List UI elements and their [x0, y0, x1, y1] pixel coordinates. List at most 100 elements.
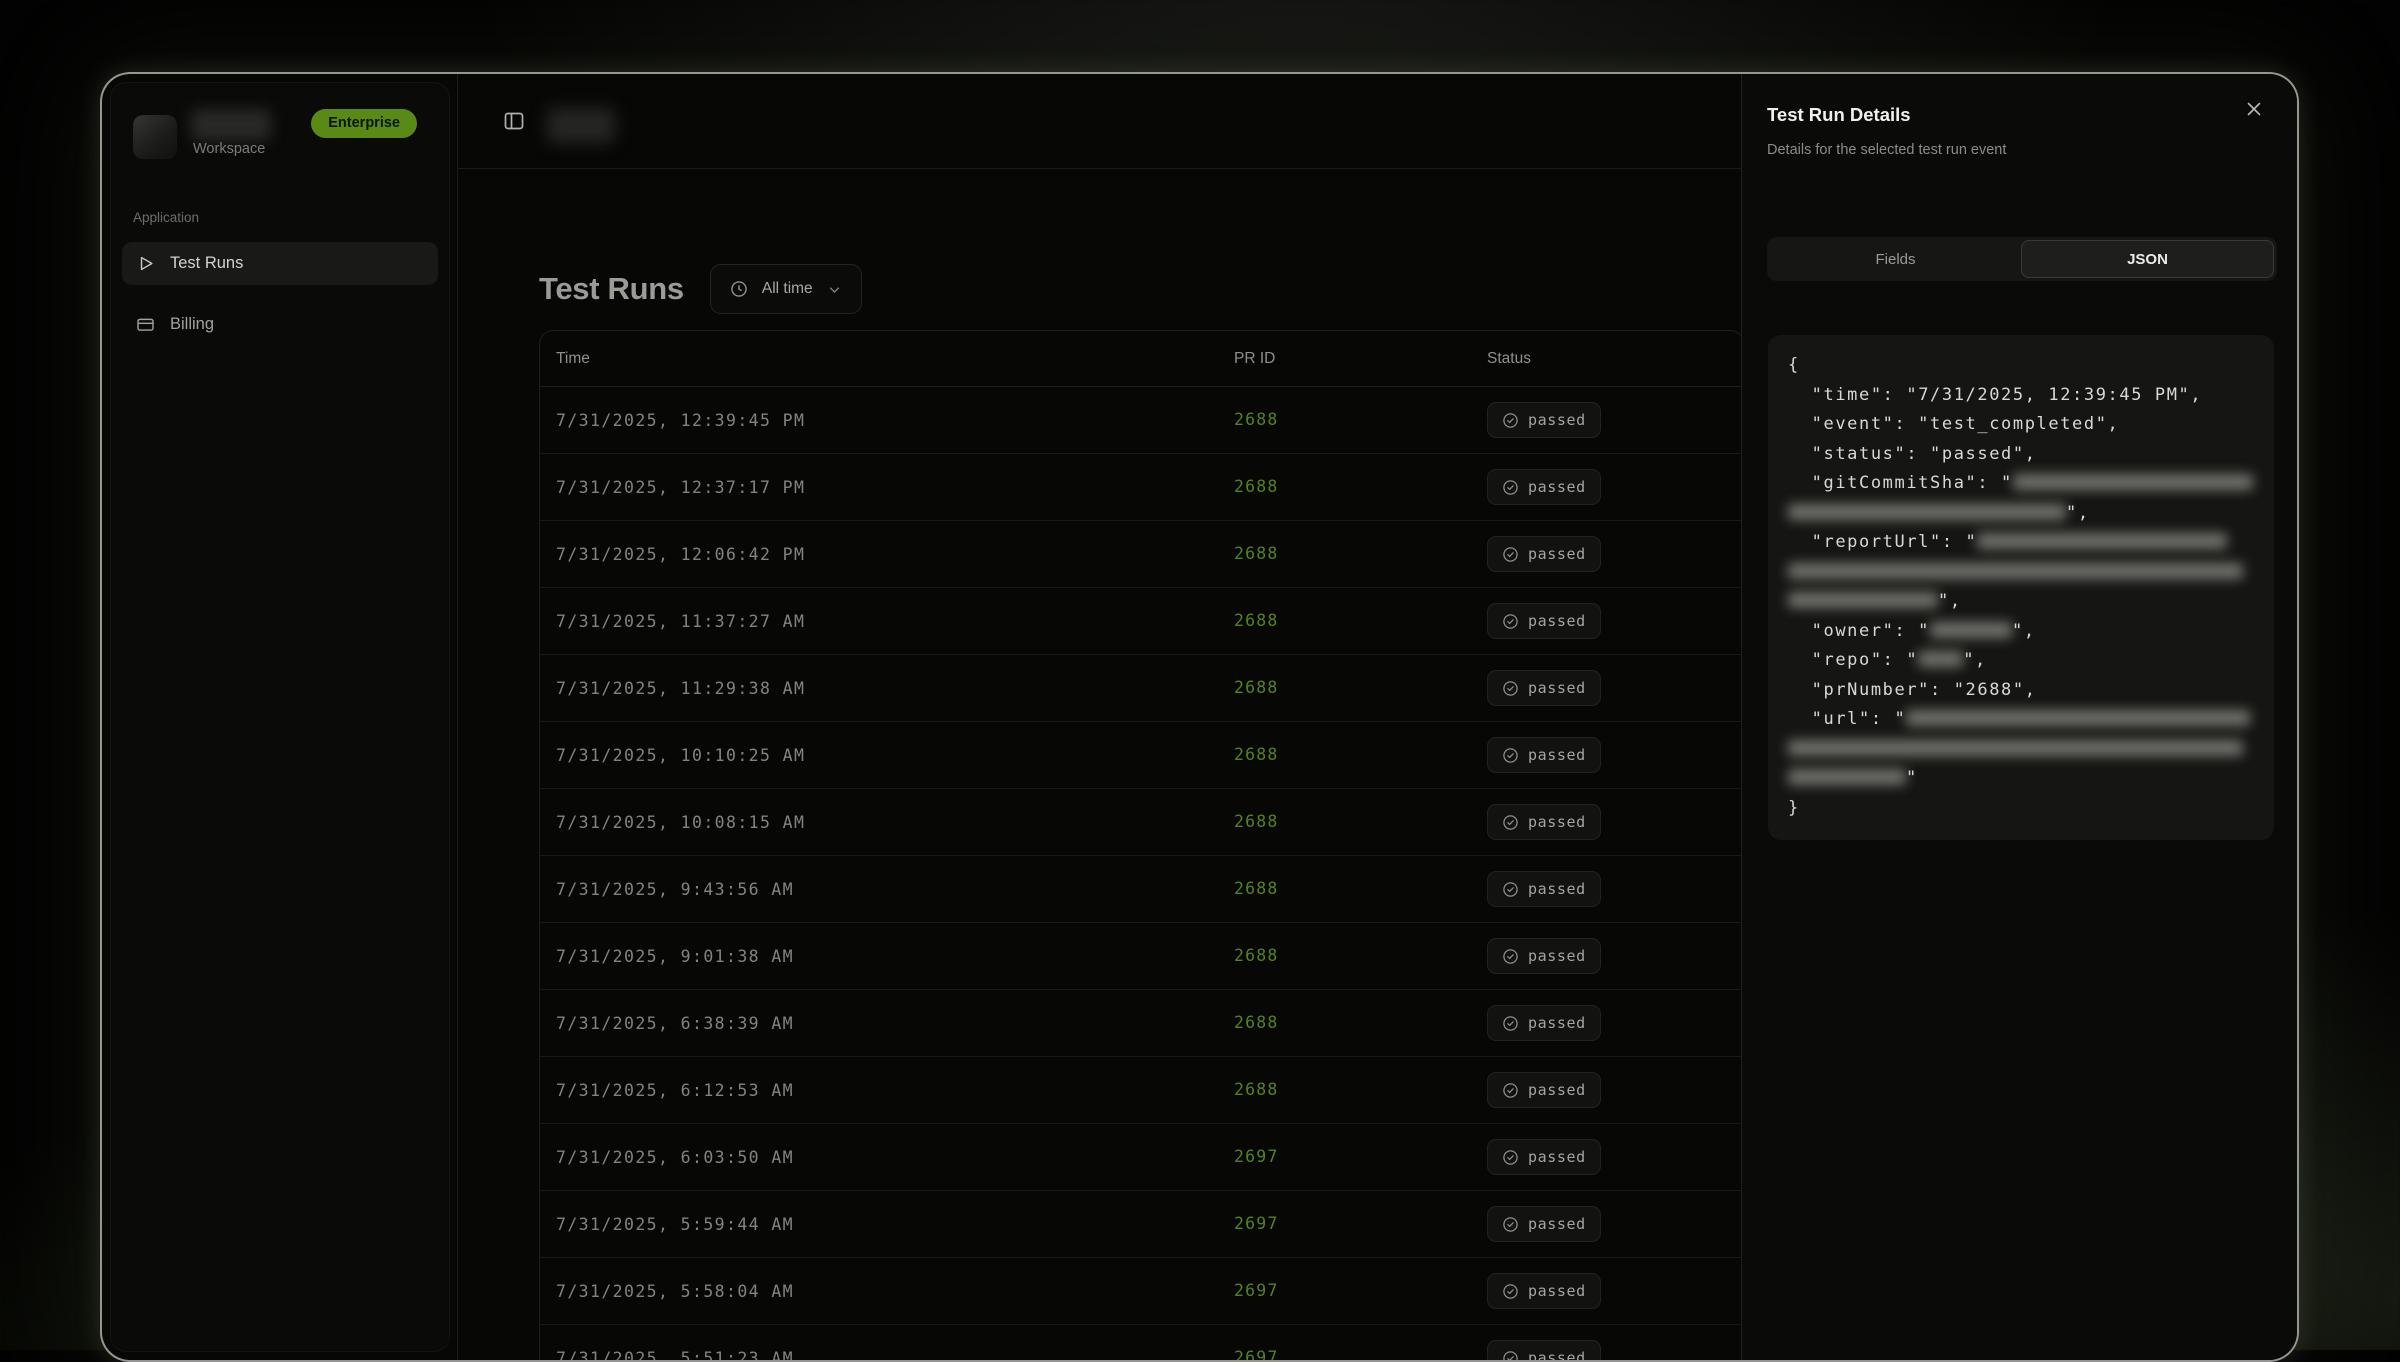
redacted-value: [1930, 622, 2012, 638]
table-header-row: Time PR ID Status: [540, 331, 1743, 387]
sidebar: Workspace Enterprise Application Test Ru…: [102, 74, 458, 1360]
run-time: 7/31/2025, 9:43:56 AM: [540, 880, 1218, 899]
circle-check-icon: [1502, 680, 1519, 697]
tab-fields[interactable]: Fields: [1770, 240, 2021, 278]
status-badge: passed: [1487, 1005, 1601, 1041]
credit-card-icon: [136, 315, 155, 334]
table-row[interactable]: 7/31/2025, 6:03:50 AM 2697 passed: [540, 1124, 1743, 1191]
redacted-value: [1788, 769, 1906, 785]
circle-check-icon: [1502, 1216, 1519, 1233]
panel-subtitle: Details for the selected test run event: [1767, 142, 2006, 158]
status-text: passed: [1528, 1014, 1586, 1032]
circle-check-icon: [1502, 881, 1519, 898]
page-title: Test Runs: [539, 271, 684, 307]
table-row[interactable]: 7/31/2025, 10:08:15 AM 2688 passed: [540, 789, 1743, 856]
run-time: 7/31/2025, 5:51:23 AM: [540, 1349, 1218, 1362]
pr-id-link[interactable]: 2688: [1234, 611, 1279, 630]
status-badge: passed: [1487, 402, 1601, 438]
circle-check-icon: [1502, 747, 1519, 764]
table-row[interactable]: 7/31/2025, 11:29:38 AM 2688 passed: [540, 655, 1743, 722]
pr-id-link[interactable]: 2697: [1234, 1348, 1279, 1362]
sidebar-section-label: Application: [133, 210, 199, 225]
circle-check-icon: [1502, 412, 1519, 429]
circle-check-icon: [1502, 613, 1519, 630]
status-badge: passed: [1487, 1139, 1601, 1175]
test-runs-table: Time PR ID Status 7/31/2025, 12:39:45 PM…: [539, 330, 1744, 1362]
time-filter-select[interactable]: All time: [710, 264, 862, 314]
table-row[interactable]: 7/31/2025, 10:10:25 AM 2688 passed: [540, 722, 1743, 789]
redacted-value: [1906, 710, 2250, 726]
status-badge: passed: [1487, 603, 1601, 639]
pr-id-link[interactable]: 2688: [1234, 1013, 1279, 1032]
status-badge: passed: [1487, 469, 1601, 505]
table-row[interactable]: 7/31/2025, 12:37:17 PM 2688 passed: [540, 454, 1743, 521]
circle-check-icon: [1502, 1015, 1519, 1032]
table-row[interactable]: 7/31/2025, 12:06:42 PM 2688 passed: [540, 521, 1743, 588]
pr-id-link[interactable]: 2688: [1234, 879, 1279, 898]
pr-id-link[interactable]: 2688: [1234, 1080, 1279, 1099]
pr-id-link[interactable]: 2688: [1234, 544, 1279, 563]
pr-id-link[interactable]: 2697: [1234, 1147, 1279, 1166]
pr-id-link[interactable]: 2688: [1234, 812, 1279, 831]
run-time: 7/31/2025, 12:06:42 PM: [540, 545, 1218, 564]
status-text: passed: [1528, 880, 1586, 898]
pr-id-link[interactable]: 2688: [1234, 745, 1279, 764]
time-filter-value: All time: [762, 280, 813, 298]
redacted-value: [2013, 474, 2253, 490]
circle-check-icon: [1502, 546, 1519, 563]
redacted-value: [1918, 651, 1963, 667]
status-badge: passed: [1487, 938, 1601, 974]
status-text: passed: [1528, 612, 1586, 630]
sidebar-item-billing[interactable]: Billing: [122, 303, 438, 346]
main-content: Test Runs All time Time PR ID Status 7/3…: [457, 168, 1742, 1360]
run-time: 7/31/2025, 6:03:50 AM: [540, 1148, 1218, 1167]
column-header-time: Time: [540, 350, 1218, 368]
pr-id-link[interactable]: 2688: [1234, 477, 1279, 496]
tab-json[interactable]: JSON: [2021, 240, 2274, 278]
pr-id-link[interactable]: 2688: [1234, 410, 1279, 429]
details-tabs: Fields JSON: [1767, 237, 2277, 281]
table-row[interactable]: 7/31/2025, 11:37:27 AM 2688 passed: [540, 588, 1743, 655]
sidebar-item-label: Billing: [170, 315, 214, 334]
table-row[interactable]: 7/31/2025, 12:39:45 PM 2688 passed: [540, 387, 1743, 454]
run-time: 7/31/2025, 10:10:25 AM: [540, 746, 1218, 765]
table-row[interactable]: 7/31/2025, 9:43:56 AM 2688 passed: [540, 856, 1743, 923]
header-title-redacted: [547, 108, 615, 143]
circle-check-icon: [1502, 1149, 1519, 1166]
pr-id-link[interactable]: 2688: [1234, 946, 1279, 965]
run-time: 7/31/2025, 11:37:27 AM: [540, 612, 1218, 631]
status-text: passed: [1528, 411, 1586, 429]
status-text: passed: [1528, 1215, 1586, 1233]
table-row[interactable]: 7/31/2025, 6:12:53 AM 2688 passed: [540, 1057, 1743, 1124]
redacted-value: [1788, 504, 2066, 520]
main-header: [457, 74, 1742, 169]
play-icon: [136, 254, 155, 273]
table-row[interactable]: 7/31/2025, 9:01:38 AM 2688 passed: [540, 923, 1743, 990]
run-time: 7/31/2025, 10:08:15 AM: [540, 813, 1218, 832]
workspace-sublabel: Workspace: [193, 141, 265, 157]
status-badge: passed: [1487, 1273, 1601, 1309]
redacted-value: [1788, 563, 2243, 579]
table-row[interactable]: 7/31/2025, 6:38:39 AM 2688 passed: [540, 990, 1743, 1057]
sidebar-item-test-runs[interactable]: Test Runs: [122, 242, 438, 285]
run-time: 7/31/2025, 12:37:17 PM: [540, 478, 1218, 497]
table-row[interactable]: 7/31/2025, 5:51:23 AM 2697 passed: [540, 1325, 1743, 1362]
status-text: passed: [1528, 545, 1586, 563]
sidebar-toggle-icon[interactable]: [502, 108, 526, 134]
workspace-logo: [133, 115, 177, 159]
redacted-value: [1788, 740, 2243, 756]
json-code: { "time": "7/31/2025, 12:39:45 PM", "eve…: [1788, 351, 2254, 823]
table-row[interactable]: 7/31/2025, 5:59:44 AM 2697 passed: [540, 1191, 1743, 1258]
table-body: 7/31/2025, 12:39:45 PM 2688 passed 7/31/…: [540, 387, 1743, 1362]
pr-id-link[interactable]: 2688: [1234, 678, 1279, 697]
chevron-down-icon: [826, 281, 843, 298]
table-row[interactable]: 7/31/2025, 5:58:04 AM 2697 passed: [540, 1258, 1743, 1325]
circle-check-icon: [1502, 479, 1519, 496]
status-badge: passed: [1487, 670, 1601, 706]
close-icon[interactable]: [2243, 96, 2269, 122]
sidebar-card: Workspace Enterprise Application Test Ru…: [110, 82, 450, 1352]
pr-id-link[interactable]: 2697: [1234, 1214, 1279, 1233]
circle-check-icon: [1502, 948, 1519, 965]
pr-id-link[interactable]: 2697: [1234, 1281, 1279, 1300]
status-badge: passed: [1487, 804, 1601, 840]
